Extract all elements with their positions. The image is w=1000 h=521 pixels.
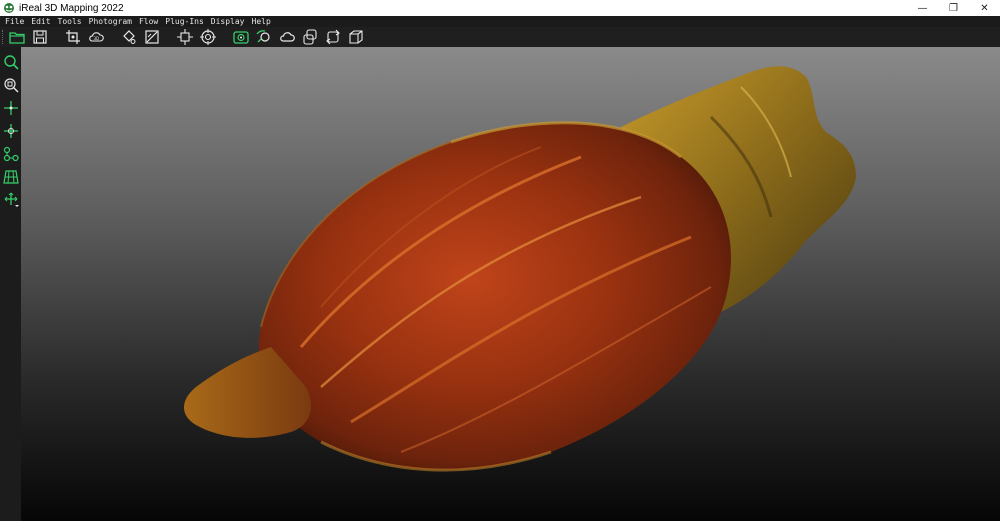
refresh-icon[interactable] [323, 28, 343, 46]
main-toolbar: 3D [0, 27, 1000, 47]
layers-icon[interactable] [300, 28, 320, 46]
restore-button[interactable]: ❐ [938, 0, 969, 16]
menu-photogram[interactable]: Photogram [89, 16, 132, 27]
toolbar-grip[interactable] [2, 30, 5, 44]
menu-edit[interactable]: Edit [31, 16, 50, 27]
minimize-button[interactable]: — [907, 0, 938, 16]
menu-bar: File Edit Tools Photogram Flow Plug-Ins … [0, 16, 1000, 27]
left-toolbar [0, 47, 21, 521]
menu-display[interactable]: Display [211, 16, 245, 27]
zoom-icon[interactable] [2, 53, 20, 71]
cloud-icon[interactable]: 3D [86, 28, 106, 46]
target-icon[interactable] [198, 28, 218, 46]
menu-help[interactable]: Help [252, 16, 271, 27]
zoom-fit-icon[interactable] [2, 76, 20, 94]
title-bar: iReal 3D Mapping 2022 — ❐ ✕ [0, 0, 1000, 16]
menu-file[interactable]: File [5, 16, 24, 27]
add-point-icon[interactable] [2, 122, 20, 140]
3d-viewport[interactable] [21, 47, 1000, 521]
pick-point-icon[interactable] [2, 99, 20, 117]
app-logo-icon [4, 3, 14, 13]
cube-icon[interactable] [346, 28, 366, 46]
menu-tools[interactable]: Tools [58, 16, 82, 27]
save-icon[interactable] [30, 28, 50, 46]
crop-icon[interactable] [63, 28, 83, 46]
paint-bucket-icon[interactable] [119, 28, 139, 46]
window-controls: — ❐ ✕ [907, 0, 1000, 16]
cloud-outline-icon[interactable] [277, 28, 297, 46]
mapping-icon[interactable] [254, 28, 274, 46]
window-title: iReal 3D Mapping 2022 [19, 2, 124, 14]
close-button[interactable]: ✕ [969, 0, 1000, 16]
grid-mesh-icon[interactable] [2, 168, 20, 186]
scan-camera-icon[interactable] [231, 28, 251, 46]
move-icon[interactable] [2, 191, 20, 209]
pan-cross-icon[interactable] [175, 28, 195, 46]
svg-text:3D: 3D [94, 36, 100, 41]
open-folder-icon[interactable] [7, 28, 27, 46]
image-edit-icon[interactable] [142, 28, 162, 46]
menu-flow[interactable]: Flow [139, 16, 158, 27]
menu-plug-ins[interactable]: Plug-Ins [165, 16, 204, 27]
connect-nodes-icon[interactable] [2, 145, 20, 163]
cacao-pod-model[interactable] [21, 47, 1000, 521]
